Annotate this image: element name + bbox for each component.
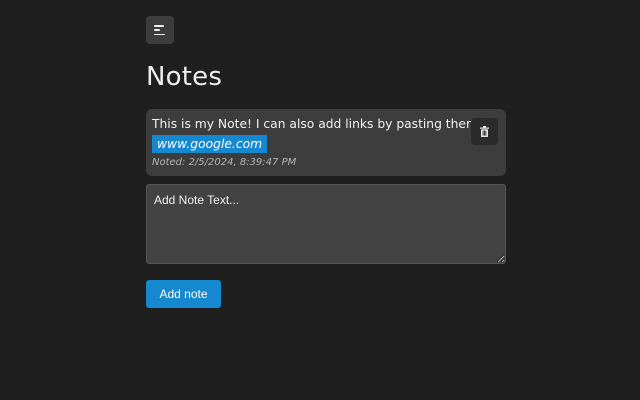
note-text: This is my Note! I can also add links by… — [152, 117, 498, 131]
page-title: Notes — [146, 62, 223, 92]
add-note-button[interactable]: Add note — [146, 280, 221, 308]
menu-icon — [154, 24, 166, 36]
note-link[interactable]: www.google.com — [152, 135, 268, 153]
delete-note-button[interactable] — [471, 118, 498, 145]
note-text-input[interactable] — [146, 184, 506, 264]
note-timestamp: Noted: 2/5/2024, 8:39:47 PM — [152, 157, 297, 168]
note-card: This is my Note! I can also add links by… — [146, 109, 506, 176]
menu-button[interactable] — [146, 16, 174, 44]
trash-icon — [480, 126, 489, 137]
